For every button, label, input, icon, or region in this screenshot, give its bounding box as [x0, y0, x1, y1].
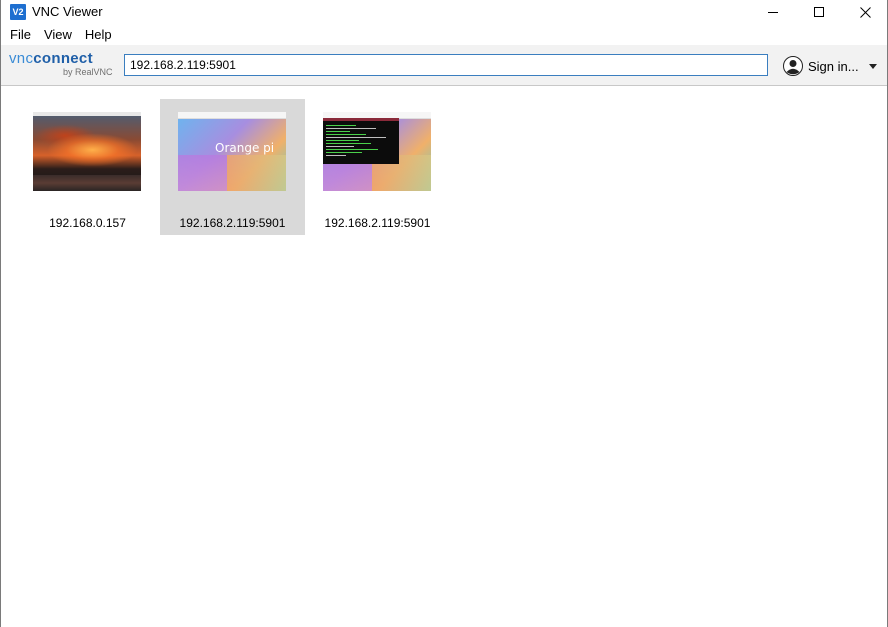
- window-title: VNC Viewer: [32, 4, 103, 19]
- maximize-icon: [814, 7, 824, 17]
- logo-subtitle: by RealVNC: [63, 67, 113, 77]
- menu-bar: File View Help: [1, 25, 887, 45]
- connection-tile-selected[interactable]: Orange pi 192.168.2.119:5901: [160, 99, 305, 235]
- minimize-icon: [768, 11, 778, 13]
- logo-vnc-text: vnc: [9, 50, 34, 67]
- thumbnail-text: Orange pi: [215, 141, 275, 155]
- maximize-button[interactable]: [796, 0, 842, 24]
- vnc-connect-logo: vncconnect by RealVNC: [9, 51, 117, 81]
- title-bar: V2 VNC Viewer: [1, 0, 887, 24]
- toolbar: vncconnect by RealVNC Sign in...: [1, 45, 887, 86]
- vnc-viewer-window: V2 VNC Viewer File View Help vncconnect …: [0, 0, 888, 627]
- connection-thumbnail: [323, 112, 431, 191]
- connection-thumbnail: Orange pi: [178, 112, 286, 191]
- menu-view[interactable]: View: [37, 25, 78, 45]
- connection-label: 192.168.0.157: [49, 216, 126, 230]
- connection-label: 192.168.2.119:5901: [179, 216, 286, 230]
- close-icon: [859, 6, 871, 18]
- connection-tile[interactable]: 192.168.0.157: [15, 99, 160, 235]
- minimize-button[interactable]: [750, 0, 796, 24]
- sign-in-button[interactable]: Sign in...: [783, 55, 877, 77]
- menu-help[interactable]: Help: [78, 25, 118, 45]
- address-book: 192.168.0.157 Orange pi 192.168.2.119:59…: [1, 87, 887, 627]
- address-input[interactable]: [124, 54, 768, 76]
- close-button[interactable]: [842, 0, 888, 24]
- connection-thumbnail: [33, 112, 141, 191]
- user-icon: [783, 56, 803, 76]
- sign-in-label: Sign in...: [808, 58, 859, 74]
- terminal-window: [323, 118, 399, 164]
- connection-label: 192.168.2.119:5901: [324, 216, 431, 230]
- chevron-down-icon: [868, 63, 877, 69]
- connection-tile[interactable]: 192.168.2.119:5901: [305, 99, 450, 235]
- vnc-app-icon: V2: [10, 4, 26, 20]
- logo-connect-text: connect: [33, 50, 93, 67]
- menu-file[interactable]: File: [1, 25, 37, 45]
